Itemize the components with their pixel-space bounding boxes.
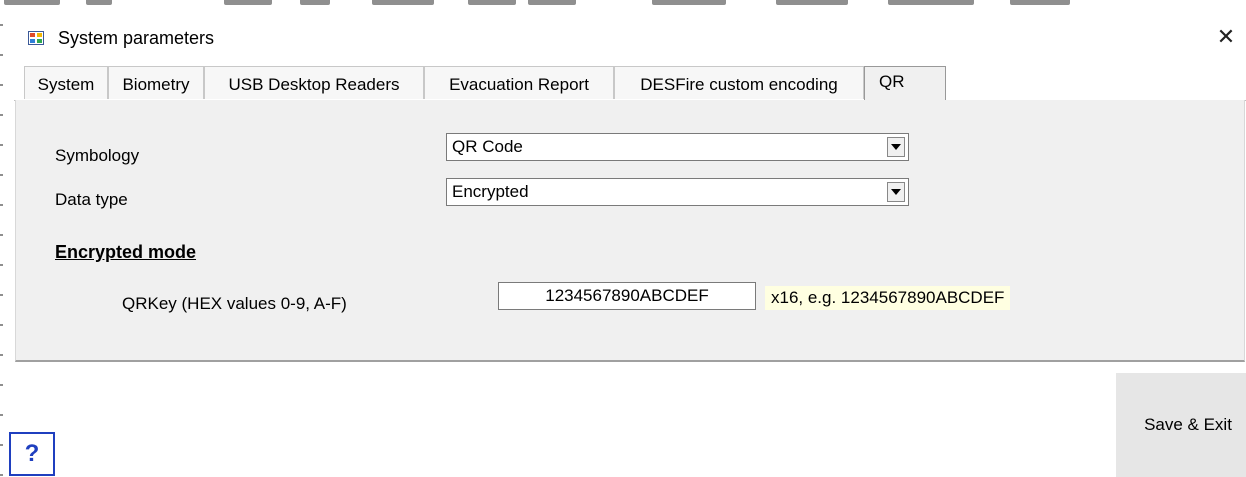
datatype-label: Data type xyxy=(55,190,128,209)
tab-strip: System Biometry USB Desktop Readers Evac… xyxy=(14,66,1246,101)
tab-system[interactable]: System xyxy=(24,66,108,99)
dialog-body: System Biometry USB Desktop Readers Evac… xyxy=(14,60,1246,477)
save-exit-button[interactable]: Save & Exit xyxy=(1116,373,1246,477)
qrkey-label: QRKey (HEX values 0-9, A-F) xyxy=(122,294,347,313)
app-icon xyxy=(28,31,44,45)
window-title: System parameters xyxy=(58,28,215,48)
encrypted-mode-heading: Encrypted mode xyxy=(55,242,197,262)
datatype-select[interactable]: Encrypted xyxy=(446,178,909,206)
window-edge xyxy=(0,18,3,477)
tab-biometry[interactable]: Biometry xyxy=(108,66,204,99)
tab-qr[interactable]: QR xyxy=(864,66,946,101)
tab-evacuation-report[interactable]: Evacuation Report xyxy=(424,66,614,99)
chevron-down-icon[interactable] xyxy=(887,137,905,157)
title-bar[interactable]: System parameters ✕ xyxy=(14,20,1246,58)
qr-settings-panel: Symbology QR Code Data type Encrypted En… xyxy=(15,100,1245,362)
help-button[interactable]: ? xyxy=(9,432,55,476)
close-icon[interactable]: ✕ xyxy=(1212,24,1240,50)
symbology-value: QR Code xyxy=(452,137,523,156)
tab-usb-desktop-readers[interactable]: USB Desktop Readers xyxy=(204,66,424,99)
symbology-select[interactable]: QR Code xyxy=(446,133,909,161)
chevron-down-icon[interactable] xyxy=(887,182,905,202)
tab-desfire-custom-encoding[interactable]: DESFire custom encoding xyxy=(614,66,864,99)
datatype-value: Encrypted xyxy=(452,182,529,201)
qrkey-hint: x16, e.g. 1234567890ABCDEF xyxy=(765,286,1011,310)
background-app-strip xyxy=(0,0,1246,12)
qrkey-input[interactable]: 1234567890ABCDEF xyxy=(498,282,756,310)
symbology-label: Symbology xyxy=(55,146,140,165)
